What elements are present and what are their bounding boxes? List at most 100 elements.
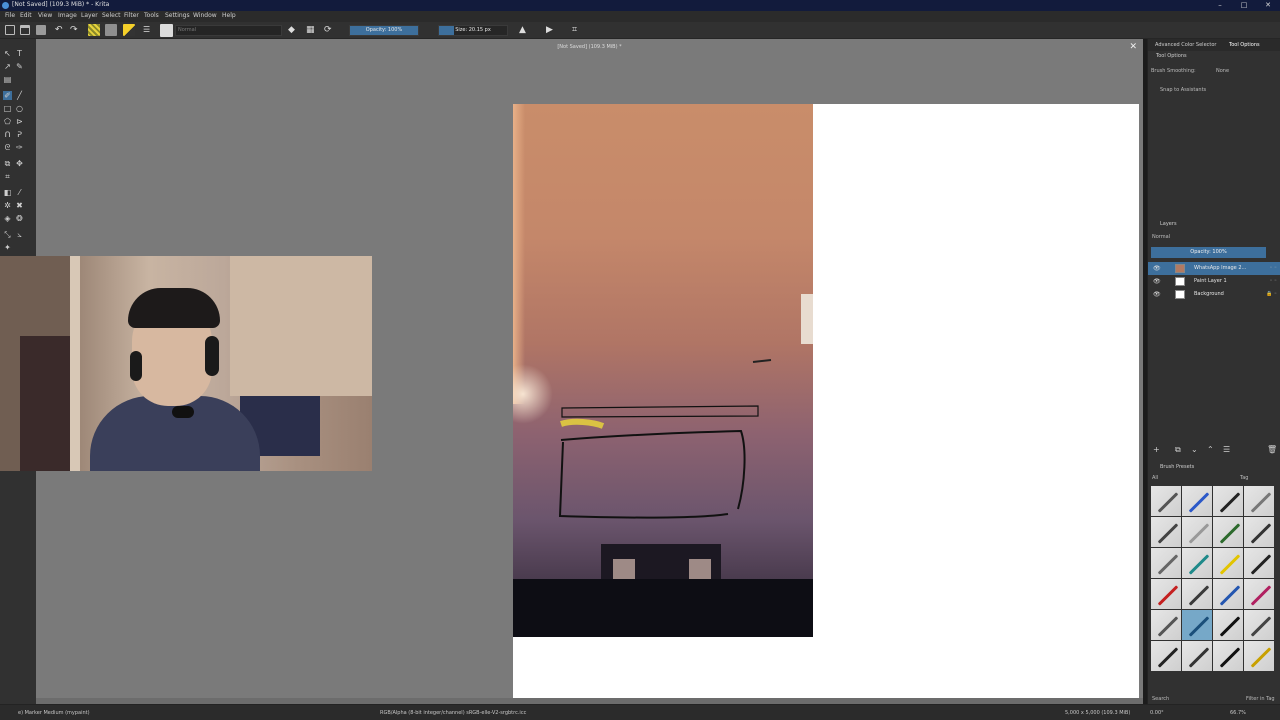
rectangle-tool-icon[interactable]: □ [3,104,12,113]
menu-settings[interactable]: Settings [165,12,190,19]
brush-preset[interactable] [1151,548,1181,578]
freehand-path-tool-icon[interactable]: ᕈ [15,130,24,139]
menu-tools[interactable]: Tools [144,12,159,19]
layer-flags-icon[interactable]: ◦ ◦ [1270,278,1278,284]
brush-preset[interactable] [1182,579,1212,609]
reload-preset-icon[interactable]: ⟳ [324,25,334,35]
brush-preset[interactable] [1213,517,1243,547]
crop-tool-icon[interactable]: ⌗ [3,172,12,181]
brush-preset[interactable] [1182,548,1212,578]
pan-tool-icon[interactable]: ✦ [3,243,12,252]
delete-layer-icon[interactable]: 🗑 [1267,445,1277,454]
presets-tag-button[interactable]: Tag [1240,475,1248,481]
menu-file[interactable]: File [5,12,15,19]
ellipse-tool-icon[interactable]: ○ [15,104,24,113]
lock-icon[interactable]: 🔒 ◦ [1266,291,1277,297]
brush-preset[interactable] [1151,610,1181,640]
presets-filter-select[interactable]: All [1152,475,1158,481]
menu-layer[interactable]: Layer [81,12,98,19]
snap-to-assistants-checkbox[interactable]: Snap to Assistants [1160,87,1206,93]
minimize-button[interactable]: – [1208,0,1232,11]
fill-pattern-icon[interactable] [88,24,100,36]
brush-preset[interactable] [1244,610,1274,640]
open-document-icon[interactable] [20,25,30,35]
text-tool-icon[interactable]: T [15,49,24,58]
reference-tool-icon[interactable]: ⦣ [15,230,24,239]
brush-preset-selected[interactable] [1182,610,1212,640]
save-document-icon[interactable] [36,25,46,35]
tab-advanced-color-selector[interactable]: Advanced Color Selector [1155,42,1216,48]
brush-preset[interactable] [1151,517,1181,547]
layer-opacity-slider[interactable]: Opacity: 100% [1151,247,1266,258]
menu-window[interactable]: Window [193,12,217,19]
measure-tool-icon[interactable]: ⤡ [3,230,12,239]
brush-preset-icon[interactable] [160,24,173,37]
brush-preset[interactable] [1244,641,1274,671]
add-layer-icon[interactable]: + [1153,445,1160,454]
brush-preset[interactable] [1182,641,1212,671]
brush-preset[interactable] [1151,641,1181,671]
mirror-vertical-icon[interactable]: ▶ [546,25,556,35]
brush-preset[interactable] [1213,579,1243,609]
menu-filter[interactable]: Filter [124,12,139,19]
close-document-icon[interactable]: ✕ [1129,42,1137,52]
move-up-icon[interactable]: ⌃ [1207,445,1214,454]
filter-in-tag-checkbox[interactable]: Filter in Tag [1246,696,1275,702]
bezier-tool-icon[interactable]: ᑎ [3,130,12,139]
calligraphy-tool-icon[interactable]: ✎ [15,62,24,71]
fill-tool-icon[interactable]: ◧ [3,188,12,197]
foreground-background-color-icon[interactable] [123,24,135,36]
brush-preset[interactable] [1213,486,1243,516]
brush-preset[interactable] [1213,610,1243,640]
freehand-brush-tool-icon[interactable]: ✐ [3,91,12,100]
layer-row[interactable]: 👁 Background 🔒 ◦ [1148,288,1280,301]
dynamic-brush-tool-icon[interactable]: ᘓ [3,143,12,152]
menu-image[interactable]: Image [58,12,77,19]
brush-preset[interactable] [1244,486,1274,516]
brush-preset[interactable] [1244,579,1274,609]
brush-preset[interactable] [1213,548,1243,578]
new-document-icon[interactable] [5,25,15,35]
move-tool-icon[interactable]: ✥ [15,159,24,168]
move-down-icon[interactable]: ⌄ [1191,445,1198,454]
visibility-eye-icon[interactable]: 👁 [1153,291,1161,298]
brush-preset[interactable] [1151,579,1181,609]
visibility-eye-icon[interactable]: 👁 [1153,278,1161,285]
zoom-label[interactable]: 66.7% [1230,710,1246,716]
contiguous-fill-tool-icon[interactable]: ◈ [3,214,12,223]
colorize-mask-tool-icon[interactable]: ✖ [15,201,24,210]
smart-patch-tool-icon[interactable]: ✲ [3,201,12,210]
brush-smoothing-select[interactable]: None [1216,68,1229,74]
blend-mode-select[interactable]: Normal [175,25,282,36]
size-slider[interactable]: Size: 20.15 px [438,25,508,36]
brush-preset[interactable] [1244,517,1274,547]
layer-blend-mode-select[interactable]: Normal [1152,234,1170,240]
brush-settings-icon[interactable]: ☰ [143,25,153,35]
select-shapes-tool-icon[interactable]: ↖ [3,49,12,58]
brush-preset[interactable] [1182,517,1212,547]
line-tool-icon[interactable]: ╱ [15,91,24,100]
menu-edit[interactable]: Edit [20,12,32,19]
preserve-alpha-icon[interactable]: ▦ [306,25,316,35]
polyline-tool-icon[interactable]: ⊳ [15,117,24,126]
menu-help[interactable]: Help [222,12,236,19]
brush-preset[interactable] [1151,486,1181,516]
gradient-tool-icon[interactable]: ▤ [3,75,12,84]
brush-preset[interactable] [1182,486,1212,516]
duplicate-layer-icon[interactable]: ⧉ [1175,445,1181,455]
preset-search-input[interactable]: Search [1152,696,1169,702]
undo-icon[interactable]: ↶ [55,25,65,35]
color-picker-tool-icon[interactable]: ⁄ [15,188,24,197]
mirror-horizontal-icon[interactable]: ▲ [519,25,529,35]
redo-icon[interactable]: ↷ [70,25,80,35]
wrap-around-icon[interactable]: ⌗ [572,25,582,35]
assistant-tool-icon[interactable]: ❂ [15,214,24,223]
layer-menu-icon[interactable]: ☰ [1223,445,1230,454]
rotation-label[interactable]: 0.00° [1150,710,1164,716]
brush-preset[interactable] [1244,548,1274,578]
maximize-button[interactable]: □ [1232,0,1256,11]
eraser-mode-icon[interactable]: ◆ [288,25,298,35]
layer-row[interactable]: 👁 Paint Layer 1 ◦ ◦ [1148,275,1280,288]
tab-tool-options[interactable]: Tool Options [1229,42,1260,48]
multibrush-tool-icon[interactable]: ✑ [15,143,24,152]
